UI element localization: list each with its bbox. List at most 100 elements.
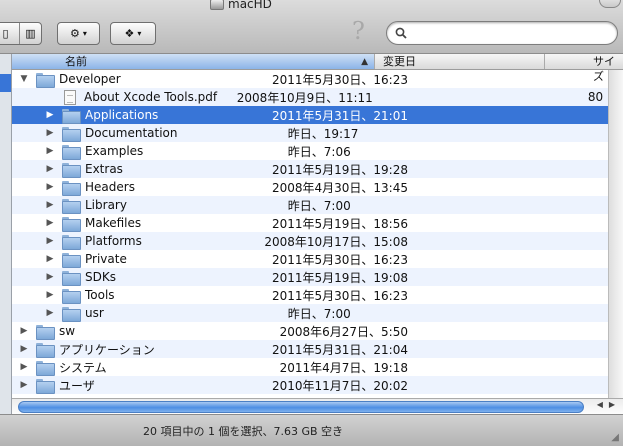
table-row[interactable]: ▶ Examples 昨日、7:06 <box>12 142 623 160</box>
toolbar-toggle-button[interactable] <box>599 0 621 8</box>
row-name-cell: ▶ Platforms <box>12 232 260 250</box>
table-row[interactable]: ▶ システム 2011年4月7日、19:18 <box>12 358 623 376</box>
column-header-date[interactable]: 変更日 <box>375 54 545 69</box>
horizontal-scroll-thumb[interactable] <box>18 401 584 413</box>
help-icon[interactable]: ? <box>352 17 365 45</box>
disclosure-closed-icon[interactable]: ▶ <box>44 110 56 120</box>
disclosure-closed-icon[interactable]: ▶ <box>18 344 30 354</box>
folder-icon <box>62 162 81 178</box>
search-input[interactable] <box>412 26 602 40</box>
folder-icon <box>62 288 81 304</box>
disclosure-closed-icon[interactable]: ▶ <box>44 164 56 174</box>
row-name-label: Makefiles <box>85 216 142 230</box>
table-row[interactable]: ▶ sw 2008年6月27日、5:50 <box>12 322 623 340</box>
row-name-cell: ▶ sw <box>12 322 276 340</box>
table-row[interactable]: ▶ SDKs 2011年5月19日、19:08 <box>12 268 623 286</box>
table-row[interactable]: ▶ Private 2011年5月30日、16:23 <box>12 250 623 268</box>
table-row[interactable]: ▼ Developer 2011年5月30日、16:23 <box>12 70 623 88</box>
toolbar: macHD ▯ ▥ ⚙ ▾ ❖ ▾ ? <box>0 0 623 54</box>
pdf-document-icon <box>64 89 76 105</box>
table-row[interactable]: ▶ Headers 2008年4月30日、13:45 <box>12 178 623 196</box>
disclosure-closed-icon[interactable]: ▶ <box>44 272 56 282</box>
sidebar-selected-item[interactable] <box>0 74 11 92</box>
disclosure-closed-icon[interactable]: ▶ <box>44 128 56 138</box>
table-row[interactable]: ▶ Extras 2011年5月19日、19:28 <box>12 160 623 178</box>
disclosure-closed-icon[interactable]: ▶ <box>44 146 56 156</box>
table-row[interactable]: ▶ ユーザ 2010年11月7日、20:02 <box>12 376 623 394</box>
scroll-left-arrow-icon[interactable]: ◀ <box>597 400 603 409</box>
folder-icon <box>62 108 81 124</box>
window-title: macHD <box>210 0 272 11</box>
row-name-cell: ▶ Applications <box>12 106 268 124</box>
row-name-label: Applications <box>85 108 159 122</box>
disclosure-closed-icon[interactable]: ▶ <box>44 254 56 264</box>
row-date-cell: 2011年5月19日、19:28 <box>271 162 408 177</box>
row-name-cell: ▶ Makefiles <box>12 214 268 232</box>
table-row[interactable]: About Xcode Tools.pdf 2008年10月9日、11:11 80 … <box>12 88 623 106</box>
disclosure-closed-icon[interactable]: ▶ <box>44 182 56 192</box>
folder-icon <box>62 252 81 268</box>
hard-disk-icon <box>210 0 224 10</box>
row-date-cell: 2011年5月19日、18:56 <box>271 216 408 231</box>
disclosure-closed-icon[interactable]: ▶ <box>18 380 30 390</box>
row-name-label: SDKs <box>85 270 116 284</box>
row-name-label: Library <box>85 198 127 212</box>
action-menu-button[interactable]: ⚙ ▾ <box>57 22 100 45</box>
view-mode-segmented-control[interactable]: ▯ ▥ <box>0 22 42 45</box>
table-row[interactable]: ▶ アプリケーション 2011年5月31日、21:04 <box>12 340 623 358</box>
row-name-label: Developer <box>59 72 121 86</box>
table-row[interactable]: ▶ Documentation 昨日、19:17 <box>12 124 623 142</box>
folder-icon <box>62 270 81 286</box>
table-row[interactable]: ▶ usr 昨日、7:00 <box>12 304 623 322</box>
resize-grip-icon[interactable]: ◢ <box>611 432 619 443</box>
folder-icon <box>36 378 55 394</box>
disclosure-closed-icon[interactable]: ▶ <box>44 308 56 318</box>
row-date-cell: 2008年4月30日、13:45 <box>271 180 408 195</box>
dropbox-menu-button[interactable]: ❖ ▾ <box>110 22 156 45</box>
chevron-down-icon: ▾ <box>82 29 87 38</box>
row-date-cell: 2008年6月27日、5:50 <box>279 324 408 339</box>
disclosure-closed-icon[interactable]: ▶ <box>44 200 56 210</box>
horizontal-scrollbar[interactable]: ◀ ▶ <box>12 398 623 414</box>
row-name-cell: ▶ SDKs <box>12 268 268 286</box>
row-name-label: Headers <box>85 180 135 194</box>
disclosure-closed-icon[interactable]: ▶ <box>44 218 56 228</box>
sort-ascending-icon: ▲ <box>361 57 368 67</box>
disclosure-closed-icon[interactable]: ▶ <box>18 326 30 336</box>
row-date-cell: 2008年10月17日、15:08 <box>264 234 408 249</box>
table-row[interactable]: ▶ Applications 2011年5月31日、21:01 <box>12 106 623 124</box>
row-name-label: About Xcode Tools.pdf <box>84 90 218 104</box>
row-name-cell: ▼ Developer <box>12 70 268 88</box>
vertical-scrollbar[interactable] <box>608 70 623 398</box>
folder-icon <box>62 144 81 160</box>
row-date-cell: 2010年11月7日、20:02 <box>271 378 408 393</box>
row-date-cell: 昨日、7:00 <box>287 306 351 321</box>
window-title-text: macHD <box>228 0 272 11</box>
list-view-icon[interactable]: ▯ <box>0 23 16 44</box>
disclosure-closed-icon[interactable]: ▶ <box>44 290 56 300</box>
folder-icon <box>62 180 81 196</box>
row-name-label: Documentation <box>85 126 178 140</box>
table-row[interactable]: ▶ Makefiles 2011年5月19日、18:56 <box>12 214 623 232</box>
row-name-cell: ▶ システム <box>12 358 276 376</box>
disclosure-closed-icon[interactable]: ▶ <box>18 362 30 372</box>
status-bar: 20 項目中の 1 個を選択、7.63 GB 空き ◢ <box>0 414 623 446</box>
table-row[interactable]: ▶ Tools 2011年5月30日、16:23 <box>12 286 623 304</box>
scroll-right-arrow-icon[interactable]: ▶ <box>609 400 615 409</box>
folder-icon <box>36 342 55 358</box>
table-row[interactable]: ▶ Platforms 2008年10月17日、15:08 <box>12 232 623 250</box>
table-row[interactable]: ▶ Library 昨日、7:00 <box>12 196 623 214</box>
column-view-icon[interactable]: ▥ <box>19 23 41 44</box>
row-date-cell: 昨日、7:00 <box>287 198 351 213</box>
gear-icon: ⚙ <box>70 27 80 40</box>
column-header-name[interactable]: 名前 ▲ <box>12 54 375 69</box>
column-header-size[interactable]: サイズ <box>545 54 623 83</box>
folder-icon <box>62 126 81 142</box>
row-name-cell: ▶ アプリケーション <box>12 340 268 358</box>
disclosure-open-icon[interactable]: ▼ <box>18 74 30 84</box>
disclosure-closed-icon[interactable]: ▶ <box>44 236 56 246</box>
row-date-cell: 2011年5月19日、19:08 <box>271 270 408 285</box>
row-date-cell: 2011年5月30日、16:23 <box>271 288 408 303</box>
search-field[interactable] <box>386 21 618 45</box>
row-date-cell: 2011年5月30日、16:23 <box>271 72 408 87</box>
